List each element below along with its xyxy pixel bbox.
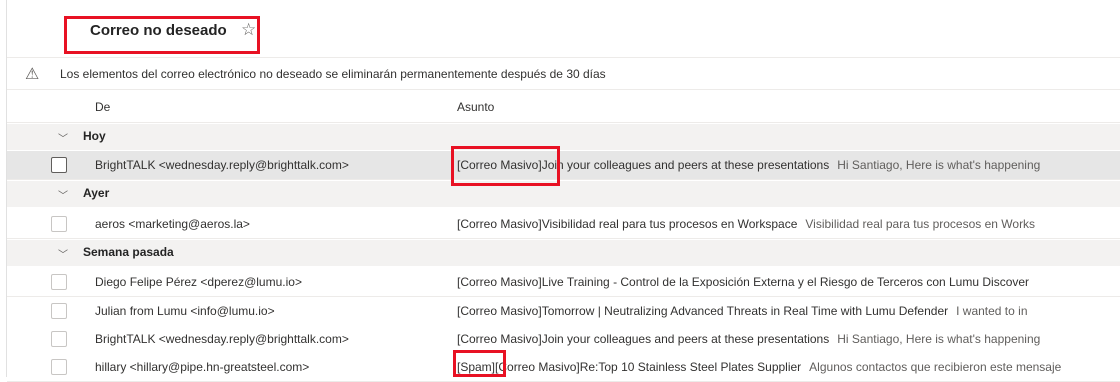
message-row[interactable]: Diego Felipe Pérez <dperez@lumu.io> [Cor… bbox=[7, 268, 1120, 297]
left-pane-border bbox=[0, 0, 7, 377]
message-preview: Visibilidad real para tus procesos en Wo… bbox=[805, 217, 1036, 231]
message-subject: [Spam][Correo Masivo]Re:Top 10 Stainless… bbox=[457, 360, 802, 374]
message-subject-line: [Correo Masivo]Join your colleagues and … bbox=[457, 158, 1040, 172]
row-checkbox[interactable] bbox=[51, 331, 67, 347]
row-checkbox[interactable] bbox=[51, 274, 67, 290]
column-header: De Asunto bbox=[7, 91, 1120, 123]
message-from: Diego Felipe Pérez <dperez@lumu.io> bbox=[95, 275, 302, 289]
group-header-today[interactable]: ﹀ Hoy bbox=[7, 124, 1120, 150]
message-subject-line: [Correo Masivo]Visibilidad real para tus… bbox=[457, 217, 1035, 231]
warning-icon: ⚠ bbox=[25, 66, 40, 83]
folder-title-highlight bbox=[64, 16, 260, 54]
row-checkbox[interactable] bbox=[51, 303, 67, 319]
column-from[interactable]: De bbox=[95, 100, 110, 114]
message-preview: Hi Santiago, Here is what's happening bbox=[837, 332, 1041, 346]
column-subject[interactable]: Asunto bbox=[457, 100, 494, 114]
group-header-yesterday[interactable]: ﹀ Ayer bbox=[7, 181, 1120, 207]
message-from: BrightTALK <wednesday.reply@brighttalk.c… bbox=[95, 158, 349, 172]
message-from: BrightTALK <wednesday.reply@brighttalk.c… bbox=[95, 332, 349, 346]
message-subject: [Correo Masivo]Live Training - Control d… bbox=[457, 275, 1030, 289]
message-row[interactable]: aeros <marketing@aeros.la> [Correo Masiv… bbox=[7, 210, 1120, 239]
message-subject-line: [Correo Masivo]Tomorrow | Neutralizing A… bbox=[457, 304, 1028, 318]
group-header-last-week[interactable]: ﹀ Semana pasada bbox=[7, 240, 1120, 266]
message-from: aeros <marketing@aeros.la> bbox=[95, 217, 250, 231]
message-subject: [Correo Masivo]Tomorrow | Neutralizing A… bbox=[457, 304, 949, 318]
message-subject-line: [Correo Masivo]Live Training - Control d… bbox=[457, 275, 1037, 289]
info-text: Los elementos del correo electrónico no … bbox=[60, 67, 606, 81]
message-subject: [Correo Masivo]Visibilidad real para tus… bbox=[457, 217, 798, 231]
message-preview: Algunos contactos que recibieron este me… bbox=[809, 360, 1062, 374]
message-row[interactable]: BrightTALK <wednesday.reply@brighttalk.c… bbox=[7, 325, 1120, 354]
message-subject: [Correo Masivo]Join your colleagues and … bbox=[457, 158, 830, 172]
message-from: Julian from Lumu <info@lumu.io> bbox=[95, 304, 275, 318]
group-label: Hoy bbox=[83, 129, 106, 143]
message-subject: [Correo Masivo]Join your colleagues and … bbox=[457, 332, 830, 346]
message-subject-line: [Spam][Correo Masivo]Re:Top 10 Stainless… bbox=[457, 360, 1061, 374]
message-row[interactable]: BrightTALK <wednesday.reply@brighttalk.c… bbox=[7, 151, 1120, 180]
group-label: Ayer bbox=[83, 186, 110, 200]
message-subject-line: [Correo Masivo]Join your colleagues and … bbox=[457, 332, 1040, 346]
chevron-down-icon[interactable]: ﹀ bbox=[58, 187, 68, 202]
info-bar: ⚠ Los elementos del correo electrónico n… bbox=[7, 59, 1120, 90]
message-preview: Hi Santiago, Here is what's happening bbox=[837, 158, 1041, 172]
message-from: hillary <hillary@pipe.hn-greatsteel.com> bbox=[95, 360, 310, 374]
message-row[interactable]: Julian from Lumu <info@lumu.io> [Correo … bbox=[7, 297, 1120, 326]
group-label: Semana pasada bbox=[83, 245, 174, 259]
row-checkbox[interactable] bbox=[51, 359, 67, 375]
chevron-down-icon[interactable]: ﹀ bbox=[58, 130, 68, 145]
row-checkbox[interactable] bbox=[51, 157, 67, 173]
row-checkbox[interactable] bbox=[51, 216, 67, 232]
message-row[interactable]: hillary <hillary@pipe.hn-greatsteel.com>… bbox=[7, 353, 1120, 382]
chevron-down-icon[interactable]: ﹀ bbox=[58, 246, 68, 261]
message-preview: I wanted to in bbox=[956, 304, 1028, 318]
